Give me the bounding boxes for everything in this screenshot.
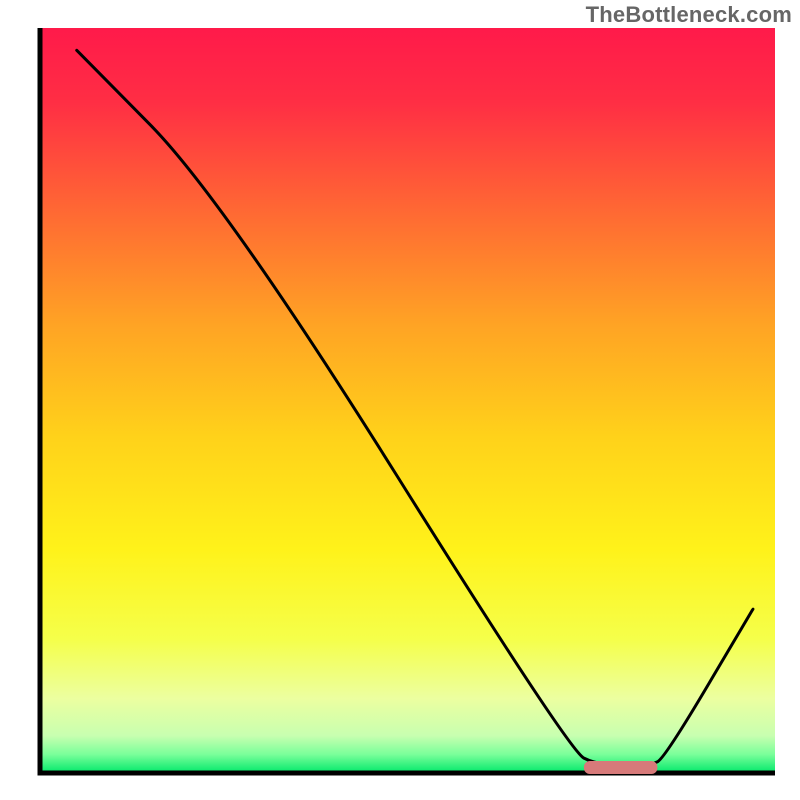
- attribution-label: TheBottleneck.com: [586, 2, 792, 28]
- chart-canvas: [0, 0, 800, 800]
- optimal-range-marker: [584, 761, 658, 774]
- bottleneck-chart: TheBottleneck.com: [0, 0, 800, 800]
- plot-background: [40, 28, 775, 773]
